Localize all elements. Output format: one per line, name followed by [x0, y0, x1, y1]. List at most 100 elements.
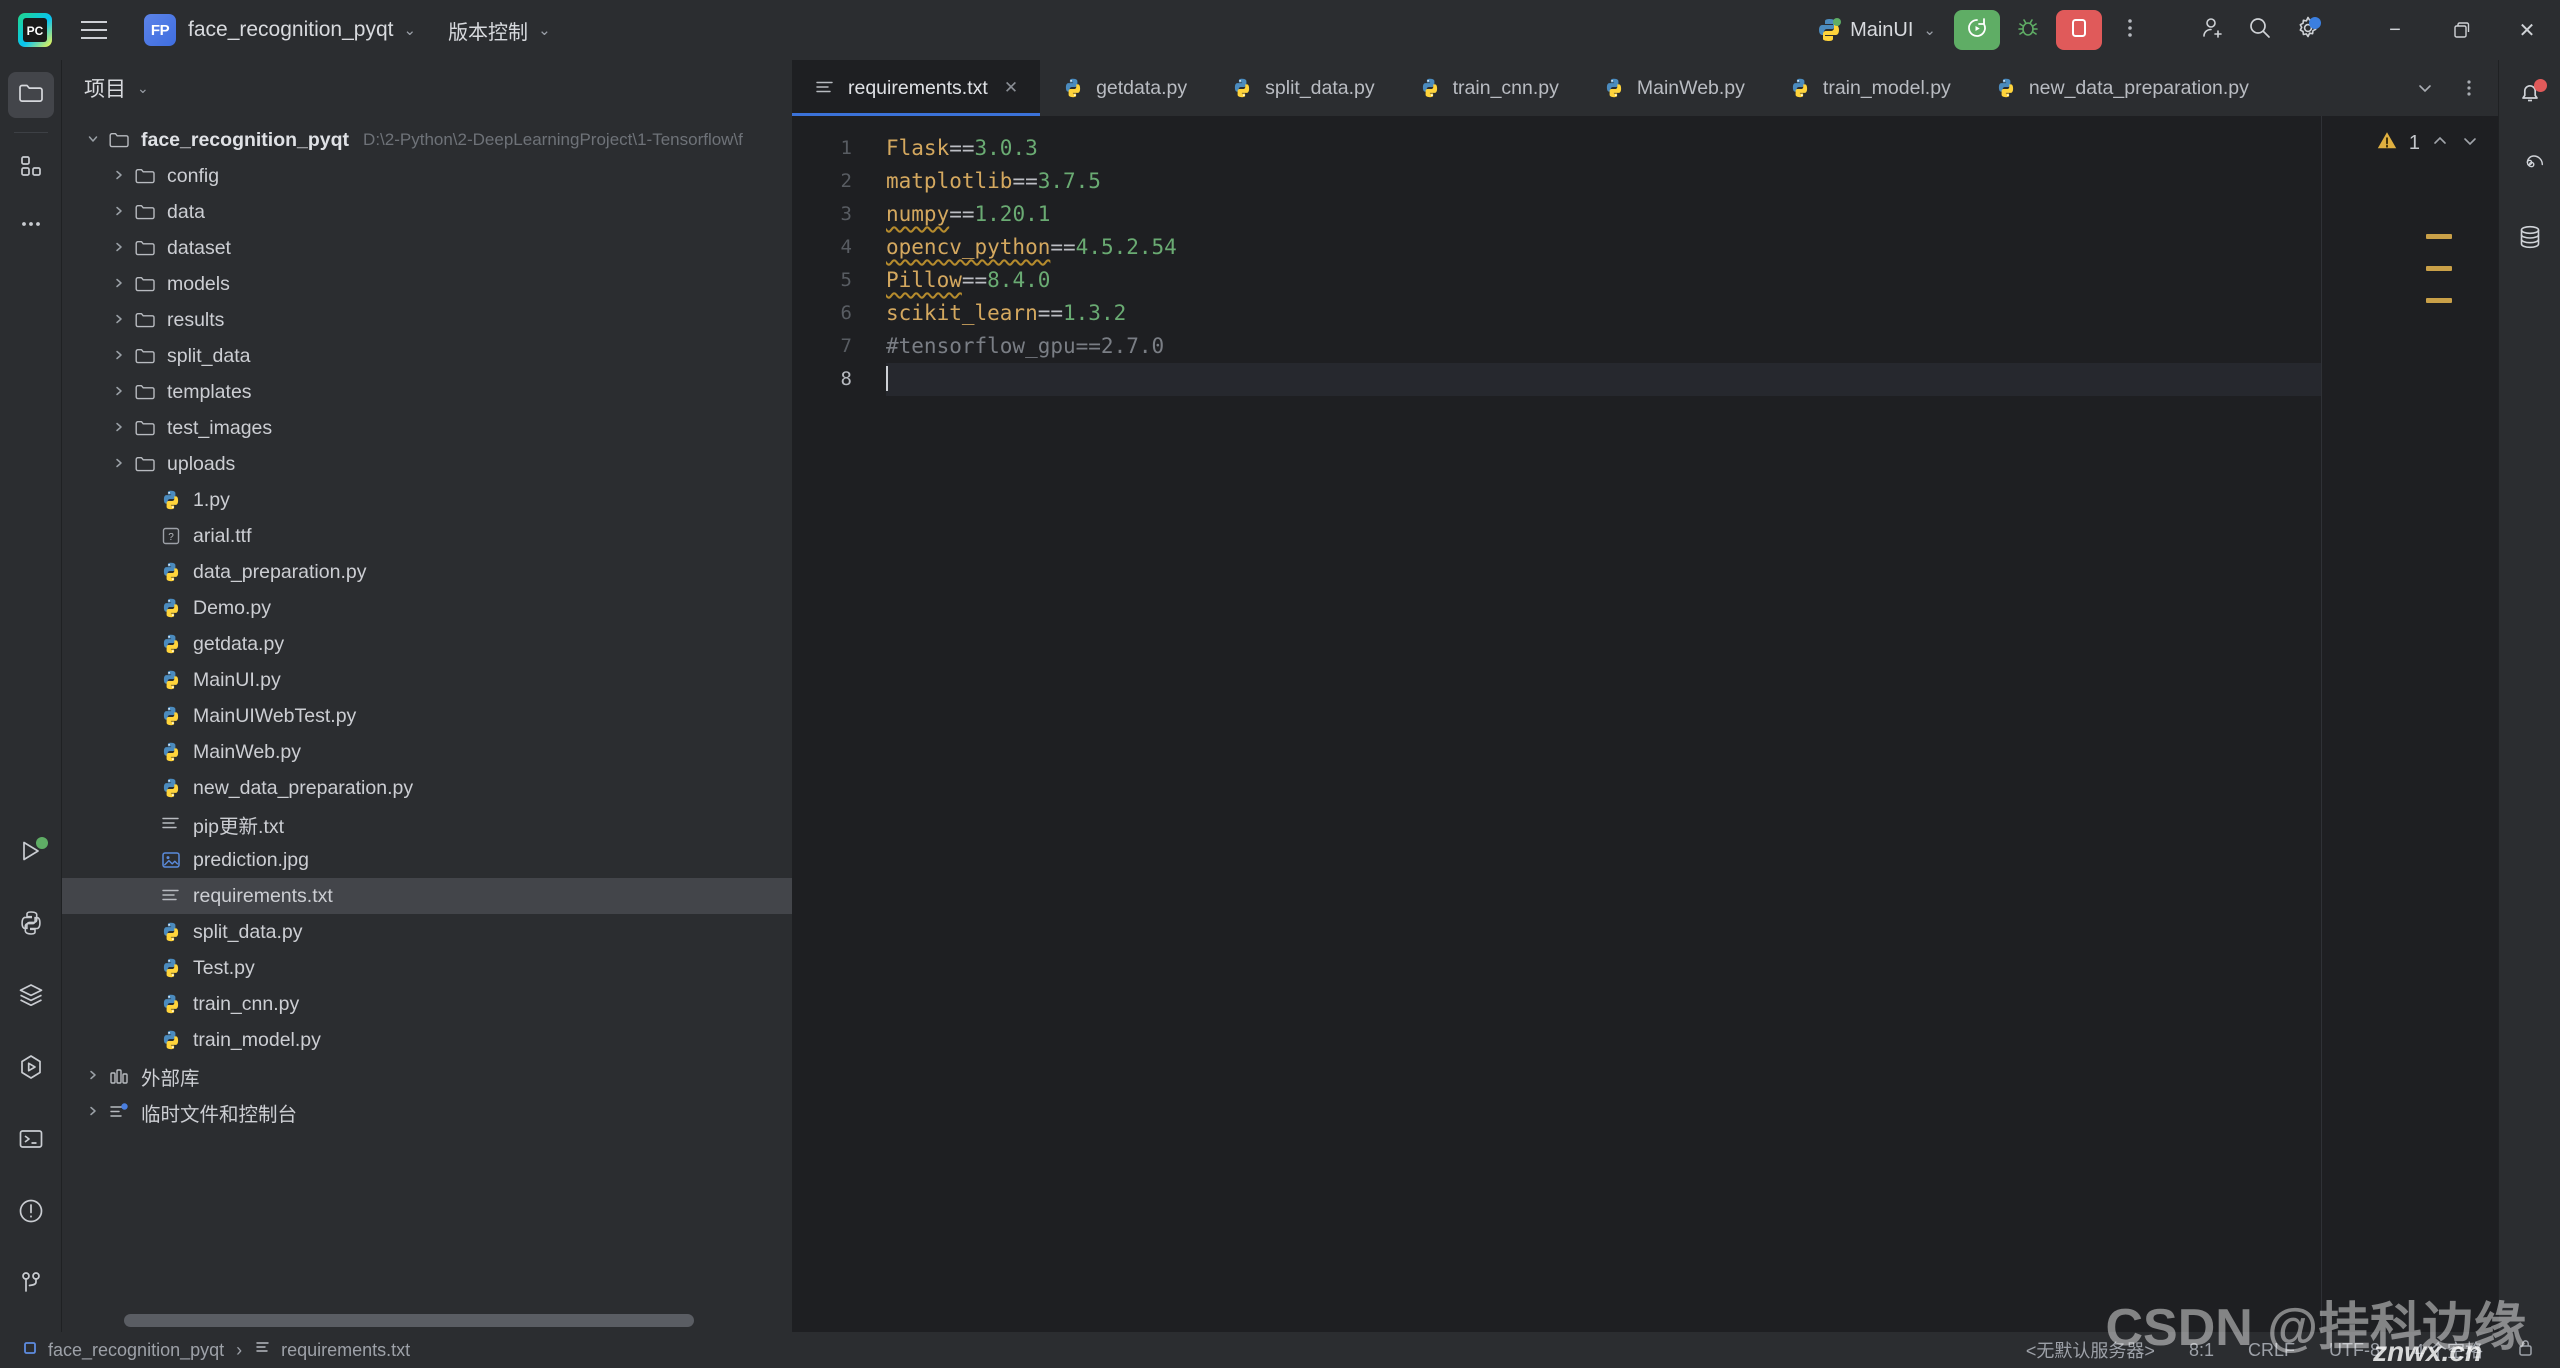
sidebar-item-more[interactable]	[8, 203, 54, 249]
lock-icon[interactable]	[2517, 1338, 2534, 1362]
tree-row[interactable]: results	[62, 302, 792, 338]
inspection-sidebar[interactable]: 1	[2322, 116, 2498, 1332]
settings-button[interactable]	[2288, 10, 2328, 50]
sidebar-item-terminal[interactable]	[8, 1118, 54, 1164]
tree-row[interactable]: getdata.py	[62, 626, 792, 662]
tree-row[interactable]: templates	[62, 374, 792, 410]
sidebar-item-problems[interactable]	[8, 1190, 54, 1236]
chevron-right-icon[interactable]	[106, 420, 132, 437]
tree-row[interactable]: test_images	[62, 410, 792, 446]
code-line[interactable]: Pillow==8.4.0	[886, 264, 2498, 297]
tree-row[interactable]: ? arial.ttf	[62, 518, 792, 554]
status-caret-position[interactable]: 8:1	[2189, 1340, 2214, 1361]
tree-row[interactable]: new_data_preparation.py	[62, 770, 792, 806]
inspection-marker[interactable]	[2426, 266, 2452, 271]
search-button[interactable]	[2240, 10, 2280, 50]
sidebar-item-ai-assistant[interactable]	[2507, 144, 2553, 190]
code-line[interactable]: Flask==3.0.3	[886, 132, 2498, 165]
editor-tab[interactable]: MainWeb.py	[1581, 60, 1767, 116]
sidebar-item-python-console[interactable]	[8, 974, 54, 1020]
more-vertical-icon[interactable]	[2450, 69, 2488, 107]
chevron-down-icon[interactable]	[80, 132, 106, 149]
run-button[interactable]	[1954, 10, 2000, 50]
close-button[interactable]: ✕	[2494, 0, 2560, 60]
tree-row[interactable]: 外部库	[62, 1058, 792, 1094]
maximize-button[interactable]	[2428, 0, 2494, 60]
tree-row[interactable]: face_recognition_pyqt D:\2-Python\2-DeepL…	[62, 122, 792, 158]
code-line[interactable]: matplotlib==3.7.5	[886, 165, 2498, 198]
inspection-marker[interactable]	[2426, 298, 2452, 303]
chevron-down-icon[interactable]: ⌄	[538, 21, 551, 39]
chevron-right-icon[interactable]	[80, 1068, 106, 1085]
sidebar-item-services[interactable]	[8, 1046, 54, 1092]
run-configuration-selector[interactable]: MainUI ⌄	[1816, 17, 1936, 43]
sidebar-item-database[interactable]	[2507, 216, 2553, 262]
code-editor[interactable]: 12345678 Flask==3.0.3 matplotlib==3.7.5 nu…	[792, 116, 2498, 1332]
sidebar-item-version-control[interactable]	[8, 1262, 54, 1308]
editor-tab[interactable]: train_cnn.py	[1397, 60, 1581, 116]
tree-row[interactable]: uploads	[62, 446, 792, 482]
code-line[interactable]: numpy==1.20.1	[886, 198, 2498, 231]
sidebar-item-project[interactable]	[7, 72, 54, 118]
horizontal-scrollbar-thumb[interactable]	[124, 1314, 694, 1327]
chevron-down-icon[interactable]: ⌄	[403, 21, 416, 39]
chevron-right-icon[interactable]	[106, 384, 132, 401]
vcs-menu-label[interactable]: 版本控制	[448, 16, 528, 45]
chevron-down-icon[interactable]: ⌄	[1923, 21, 1936, 39]
tree-row[interactable]: data	[62, 194, 792, 230]
inspection-widget[interactable]: 1	[2322, 116, 2498, 162]
chevron-down-icon[interactable]	[2406, 69, 2444, 107]
tree-row[interactable]: train_model.py	[62, 1022, 792, 1058]
sidebar-item-run[interactable]	[8, 830, 54, 876]
chevron-right-icon[interactable]	[106, 456, 132, 473]
editor-tab[interactable]: split_data.py	[1209, 60, 1397, 116]
code-line[interactable]: scikit_learn==1.3.2	[886, 297, 2498, 330]
editor-tab[interactable]: requirements.txt ✕	[792, 60, 1041, 116]
chevron-right-icon[interactable]	[106, 276, 132, 293]
more-actions-button[interactable]	[2110, 10, 2150, 50]
chevron-right-icon[interactable]	[106, 312, 132, 329]
tree-row[interactable]: data_preparation.py	[62, 554, 792, 590]
minimize-button[interactable]: −	[2362, 0, 2428, 60]
tree-row[interactable]: pip更新.txt	[62, 806, 792, 842]
tree-row-selected[interactable]: requirements.txt	[62, 878, 792, 914]
breadcrumb-file[interactable]: requirements.txt	[254, 1339, 410, 1361]
stop-button[interactable]	[2056, 10, 2102, 50]
add-collaborator-button[interactable]	[2192, 10, 2232, 50]
chevron-right-icon[interactable]	[106, 348, 132, 365]
debug-button[interactable]	[2008, 10, 2048, 50]
project-name[interactable]: face_recognition_pyqt	[188, 18, 393, 42]
chevron-up-icon[interactable]	[2430, 131, 2450, 155]
tree-row[interactable]: 临时文件和控制台	[62, 1094, 792, 1130]
tree-row[interactable]: Test.py	[62, 950, 792, 986]
tree-row[interactable]: train_cnn.py	[62, 986, 792, 1022]
status-server[interactable]: <无默认服务器>	[2026, 1337, 2155, 1363]
status-indent[interactable]: 4 个空格	[2414, 1337, 2483, 1363]
tree-row[interactable]: 1.py	[62, 482, 792, 518]
chevron-down-icon[interactable]	[2460, 131, 2480, 155]
code-line[interactable]: #tensorflow_gpu==2.7.0	[886, 330, 2498, 363]
project-horizontal-scrollbar[interactable]	[62, 1310, 792, 1332]
status-encoding[interactable]: UTF-8	[2329, 1340, 2380, 1361]
inspection-marker[interactable]	[2426, 234, 2452, 239]
code-line[interactable]	[886, 363, 2498, 396]
breadcrumb-module[interactable]: face_recognition_pyqt	[22, 1340, 224, 1361]
code-content[interactable]: Flask==3.0.3 matplotlib==3.7.5 numpy==1.20…	[868, 116, 2498, 1332]
chevron-right-icon[interactable]	[106, 204, 132, 221]
chevron-right-icon[interactable]	[106, 168, 132, 185]
chevron-down-icon[interactable]: ⌄	[137, 80, 149, 97]
code-line[interactable]: opencv_python==4.5.2.54	[886, 231, 2498, 264]
tree-row[interactable]: models	[62, 266, 792, 302]
tree-row[interactable]: split_data.py	[62, 914, 792, 950]
status-line-separator[interactable]: CRLF	[2248, 1340, 2295, 1361]
chevron-right-icon[interactable]	[80, 1104, 106, 1121]
hamburger-menu-icon[interactable]	[72, 8, 116, 52]
tree-row[interactable]: MainUI.py	[62, 662, 792, 698]
close-icon[interactable]: ✕	[1004, 78, 1018, 98]
tree-row[interactable]: Demo.py	[62, 590, 792, 626]
tree-row[interactable]: prediction.jpg	[62, 842, 792, 878]
sidebar-item-python-packages[interactable]	[8, 902, 54, 948]
tree-row[interactable]: MainUIWebTest.py	[62, 698, 792, 734]
editor-tab[interactable]: train_model.py	[1767, 60, 1973, 116]
chevron-right-icon[interactable]	[106, 240, 132, 257]
